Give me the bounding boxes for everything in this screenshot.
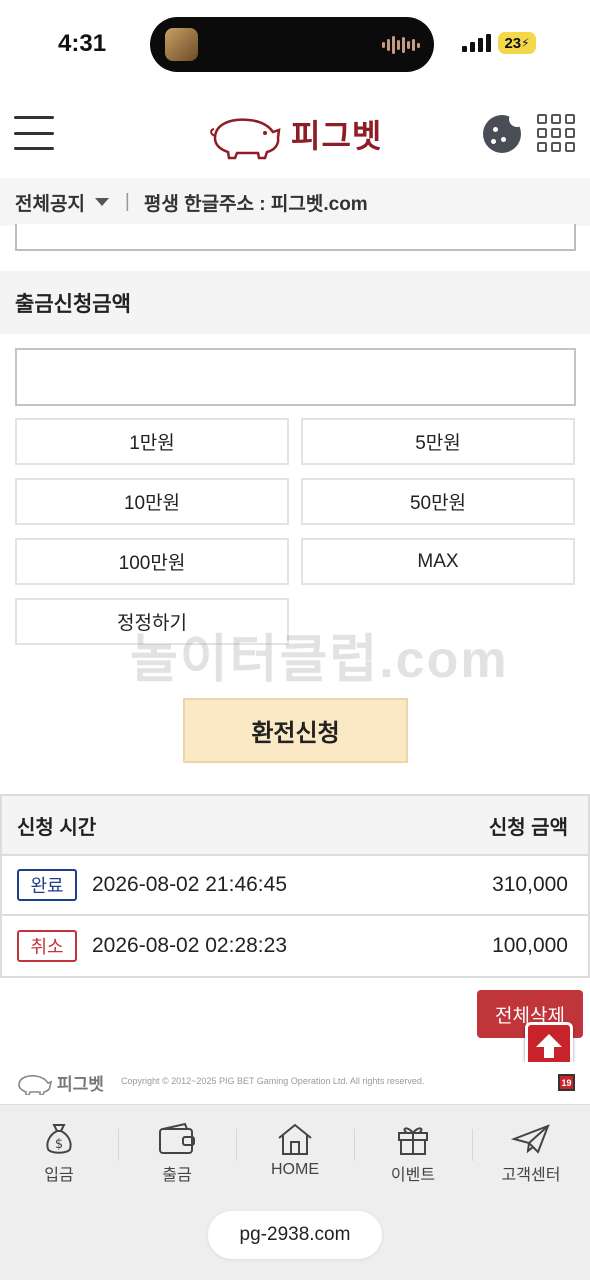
amount-max-button[interactable]: MAX [301,538,575,585]
gift-icon [398,1127,428,1155]
signal-icon [462,34,491,52]
cookie-icon[interactable] [483,111,525,153]
site-footer: 피그벳 Copyright © 2012~2025 PIG BET Gaming… [0,1062,590,1102]
age-restriction-badge: 19 [558,1074,575,1091]
table-row: 취소 2026-08-02 02:28:23 100,000 [2,916,588,976]
nav-label: HOME [271,1161,319,1178]
table-row: 완료 2026-08-02 21:46:45 310,000 [2,856,588,916]
home-icon [278,1123,312,1155]
nav-withdraw[interactable]: 출금 [118,1121,236,1185]
nav-deposit[interactable]: $ 입금 [0,1121,118,1185]
row-time: 2026-08-02 21:46:45 [92,873,287,896]
notice-bar[interactable]: 전체공지 | 평생 한글주소 : 피그벳.com [0,178,590,226]
notice-separator: | [124,191,130,212]
amount-10k-button[interactable]: 1만원 [15,418,289,465]
money-bag-icon: $ [46,1124,72,1154]
request-history-table: 신청 시간 신청 금액 완료 2026-08-02 21:46:45 310,0… [0,794,590,978]
amount-1m-button[interactable]: 100만원 [15,538,289,585]
battery-level: 23 [504,34,522,52]
nav-label: 이벤트 [390,1167,436,1184]
status-bar: 4:31 23 ⚡ [0,0,590,90]
watermark: 놀이터클럽.com [130,631,509,689]
status-badge: 취소 [17,930,77,962]
exchange-request-button[interactable]: 환전신청 [183,698,408,763]
column-header-amount: 신청 금액 [488,816,568,839]
nav-label: 출금 [162,1167,192,1184]
nav-customer-center[interactable]: 고객센터 [472,1121,590,1185]
amount-100k-button[interactable]: 10만원 [15,478,289,525]
battery-indicator: 23 ⚡ [498,32,536,54]
withdraw-amount-label: 출금신청금액 [0,271,590,334]
grid-menu-icon[interactable] [537,114,575,152]
footer-logo-text: 피그벳 [57,1075,104,1094]
caret-down-icon[interactable] [94,198,109,206]
browser-url-bar[interactable]: pg-2938.com [208,1211,382,1259]
footer-logo: 피그벳 [15,1070,104,1095]
column-header-time: 신청 시간 [17,816,97,839]
audio-wave-icon [382,35,420,55]
row-time: 2026-08-02 02:28:23 [92,934,287,957]
logo-text: 피그벳 [291,118,383,154]
nav-label: 고객센터 [501,1167,561,1184]
status-badge: 완료 [17,869,77,901]
pig-logo-icon [18,1074,53,1095]
menu-icon[interactable] [14,116,54,150]
dynamic-island [150,17,434,72]
amount-500k-button[interactable]: 50만원 [301,478,575,525]
notice-label[interactable]: 전체공지 [15,189,85,216]
svg-text:$: $ [55,1137,63,1152]
previous-input-field[interactable] [15,224,576,251]
notice-text: 평생 한글주소 : 피그벳.com [143,193,368,215]
row-amount: 310,000 [492,873,568,896]
nav-home[interactable]: HOME [236,1121,354,1179]
site-logo[interactable]: 피그벳 [205,108,382,160]
nav-event[interactable]: 이벤트 [354,1121,472,1185]
table-header: 신청 시간 신청 금액 [2,796,588,856]
row-amount: 100,000 [492,934,568,957]
amount-50k-button[interactable]: 5만원 [301,418,575,465]
arrow-up-icon [536,1034,562,1058]
now-playing-thumbnail [165,28,198,61]
site-header: 피그벳 [0,90,590,178]
nav-label: 입금 [44,1167,74,1184]
copyright-text: Copyright © 2012~2025 PIG BET Gaming Ope… [121,1076,425,1086]
status-time: 4:31 [58,30,107,57]
withdraw-amount-input[interactable] [15,348,576,406]
wallet-icon [159,1122,195,1154]
paper-plane-icon [511,1124,550,1154]
pig-logo-icon [210,118,281,160]
